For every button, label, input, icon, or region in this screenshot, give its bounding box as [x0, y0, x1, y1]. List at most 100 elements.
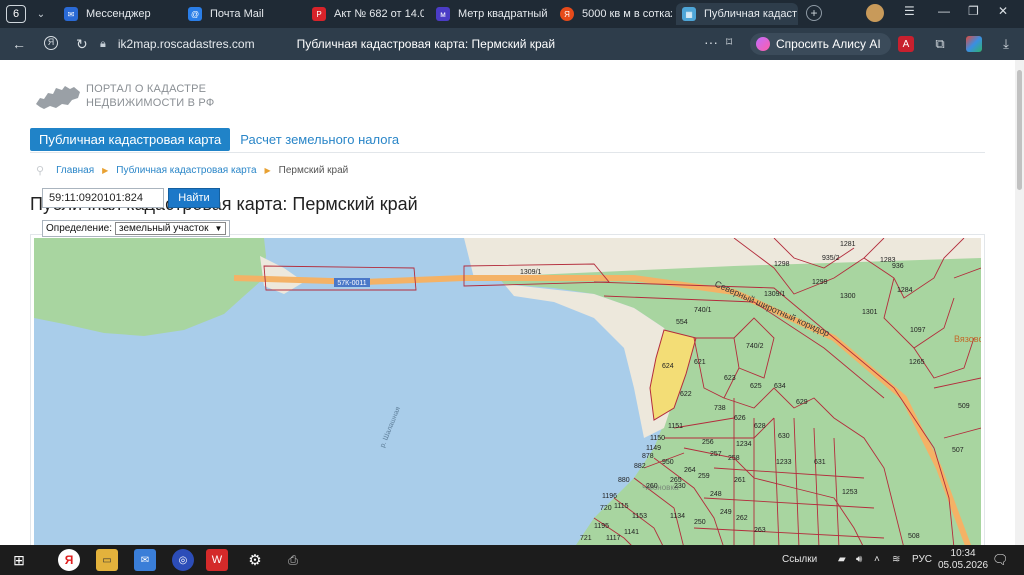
- breadcrumb-public-map[interactable]: Публичная кадастровая карта: [116, 165, 256, 176]
- messenger-app-icon[interactable]: ◎: [172, 549, 194, 571]
- parcel-number[interactable]: 509: [958, 403, 970, 410]
- parcel-number[interactable]: 1151: [668, 423, 683, 430]
- breadcrumb-home[interactable]: Главная: [56, 165, 94, 176]
- parcel-number[interactable]: 623: [724, 375, 736, 382]
- tab-yandex-search[interactable]: Я 5000 кв м в сотках: [554, 3, 672, 25]
- parcel-number[interactable]: 508: [908, 533, 920, 540]
- parcel-number[interactable]: 249: [720, 509, 732, 516]
- menu-item-public-map[interactable]: Публичная кадастровая карта: [30, 128, 231, 151]
- logo-text[interactable]: ПОРТАЛ О КАДАСТРЕ НЕДВИЖИМОСТИ В РФ: [86, 82, 214, 110]
- parcel-number[interactable]: 738: [714, 405, 726, 412]
- chevron-up-icon[interactable]: ˄: [874, 554, 880, 565]
- settings-gear-icon[interactable]: ⚙: [244, 549, 266, 571]
- bookmark-icon[interactable]: ⌑: [726, 35, 732, 49]
- page-scrollbar[interactable]: [1015, 60, 1024, 545]
- flag-icon[interactable]: ▰: [838, 554, 846, 565]
- wps-office-icon[interactable]: W: [206, 549, 228, 571]
- system-clock[interactable]: 10:34 05.05.2026: [938, 548, 988, 572]
- tab-counter[interactable]: 6: [6, 5, 26, 23]
- parcel-number[interactable]: 248: [710, 491, 722, 498]
- volume-icon[interactable]: 🔊︎: [856, 554, 862, 565]
- parcel-number[interactable]: 625: [750, 383, 762, 390]
- parcel-number[interactable]: 1309/1: [764, 291, 786, 298]
- parcel-number[interactable]: 935/2: [822, 255, 840, 262]
- extensions-icon[interactable]: [966, 36, 982, 52]
- tabs-menu-chevron-icon[interactable]: ⌄: [32, 5, 50, 23]
- parcel-number[interactable]: 628: [754, 423, 766, 430]
- parcel-number[interactable]: 1153: [632, 513, 647, 520]
- definition-select[interactable]: земельный участок ▼: [115, 222, 227, 235]
- cadastral-map[interactable]: 57К-0011 р. Шалашная Северный широтный к…: [34, 238, 981, 548]
- cadastral-number-input[interactable]: 59:11:0920101:824: [42, 188, 164, 208]
- downloads-icon[interactable]: ⤓: [998, 36, 1014, 52]
- parcel-number[interactable]: 1234: [736, 441, 752, 448]
- parcel-number[interactable]: 621: [694, 359, 706, 366]
- parcel-number[interactable]: 507: [952, 447, 964, 454]
- parcel-number[interactable]: 936: [892, 263, 904, 270]
- tab-cadastre[interactable]: ▦ Публичная кадаст ✕: [676, 3, 798, 25]
- yandex-home-icon[interactable]: Я: [44, 36, 58, 50]
- language-indicator[interactable]: РУС: [912, 554, 932, 565]
- parcel-number[interactable]: 1233: [776, 459, 792, 466]
- parcel-number[interactable]: 1195: [594, 523, 609, 530]
- parcel-number[interactable]: 1150: [650, 435, 665, 442]
- yandex-browser-icon[interactable]: Я: [58, 549, 80, 571]
- network-icon[interactable]: ≋: [892, 554, 900, 565]
- parcel-number[interactable]: 1134: [670, 513, 685, 520]
- parcel-number[interactable]: 882: [634, 463, 646, 470]
- parcel-number[interactable]: 630: [778, 433, 790, 440]
- browser-menu-icon[interactable]: ☰: [904, 4, 915, 18]
- parcel-number[interactable]: 1141: [624, 529, 639, 536]
- parcel-number[interactable]: 740/1: [694, 307, 712, 314]
- parcel-number[interactable]: 250: [694, 519, 706, 526]
- restore-icon[interactable]: ❐: [968, 4, 979, 18]
- parcel-number[interactable]: 1301: [862, 309, 878, 316]
- parcel-number[interactable]: 261: [734, 477, 746, 484]
- parcel-number[interactable]: 624: [662, 363, 674, 370]
- collections-icon[interactable]: ⧉: [932, 36, 948, 52]
- printer-icon[interactable]: ⎙: [282, 549, 304, 571]
- file-explorer-icon[interactable]: ▭: [96, 549, 118, 571]
- ask-alice-button[interactable]: Спросить Алису AI: [750, 33, 891, 55]
- parcel-number[interactable]: 1115: [614, 503, 629, 510]
- parcel-number[interactable]: 1300: [840, 293, 856, 300]
- russia-map-logo-icon[interactable]: [34, 82, 82, 112]
- windows-start-icon[interactable]: ⊞: [8, 549, 30, 571]
- back-icon[interactable]: ←: [12, 36, 26, 52]
- parcel-number[interactable]: 626: [734, 415, 746, 422]
- menu-item-land-tax[interactable]: Расчет земельного налога: [240, 132, 399, 147]
- parcel-number[interactable]: 230: [674, 483, 686, 490]
- parcel-number[interactable]: 1299: [812, 279, 828, 286]
- parcel-number[interactable]: 721: [580, 535, 592, 542]
- parcel-number[interactable]: 1097: [910, 327, 926, 334]
- url-field[interactable]: 🔒︎ ik2map.roscadastres.com Публичная кад…: [100, 32, 744, 56]
- close-tab-icon[interactable]: ✕: [797, 8, 798, 21]
- tab-akt[interactable]: P Акт № 682 от 14.04.: [306, 3, 424, 25]
- minimize-icon[interactable]: —: [938, 4, 950, 18]
- parcel-number[interactable]: 1149: [646, 445, 661, 452]
- parcel-number[interactable]: 1253: [842, 489, 858, 496]
- parcel-number[interactable]: 260: [646, 483, 658, 490]
- parcel-number[interactable]: 1196: [602, 493, 617, 500]
- parcel-number[interactable]: 1309/1: [520, 269, 542, 276]
- reload-icon[interactable]: ↻: [76, 36, 88, 53]
- parcel-number[interactable]: 1298: [774, 261, 790, 268]
- parcel-number[interactable]: 1281: [840, 241, 856, 248]
- notifications-icon[interactable]: 🗨︎: [992, 552, 1009, 568]
- parcel-number[interactable]: 554: [676, 319, 688, 326]
- new-tab-button[interactable]: +: [806, 5, 822, 21]
- profile-avatar-icon[interactable]: [866, 4, 884, 22]
- parcel-number[interactable]: 629: [796, 399, 808, 406]
- parcel-number[interactable]: 880: [618, 477, 630, 484]
- find-button[interactable]: Найти: [168, 188, 220, 208]
- parcel-number[interactable]: 634: [774, 383, 786, 390]
- parcel-number[interactable]: 631: [814, 459, 826, 466]
- parcel-number[interactable]: 256: [702, 439, 714, 446]
- parcel-number[interactable]: 950: [662, 459, 674, 466]
- tab-mail[interactable]: @ Почта Mail: [182, 3, 300, 25]
- parcel-number[interactable]: 1117: [606, 535, 621, 542]
- parcel-number[interactable]: 1265: [909, 359, 925, 366]
- more-icon[interactable]: ···: [704, 34, 718, 50]
- parcel-number[interactable]: 720: [600, 505, 612, 512]
- links-toolbar[interactable]: Ссылки: [782, 554, 817, 565]
